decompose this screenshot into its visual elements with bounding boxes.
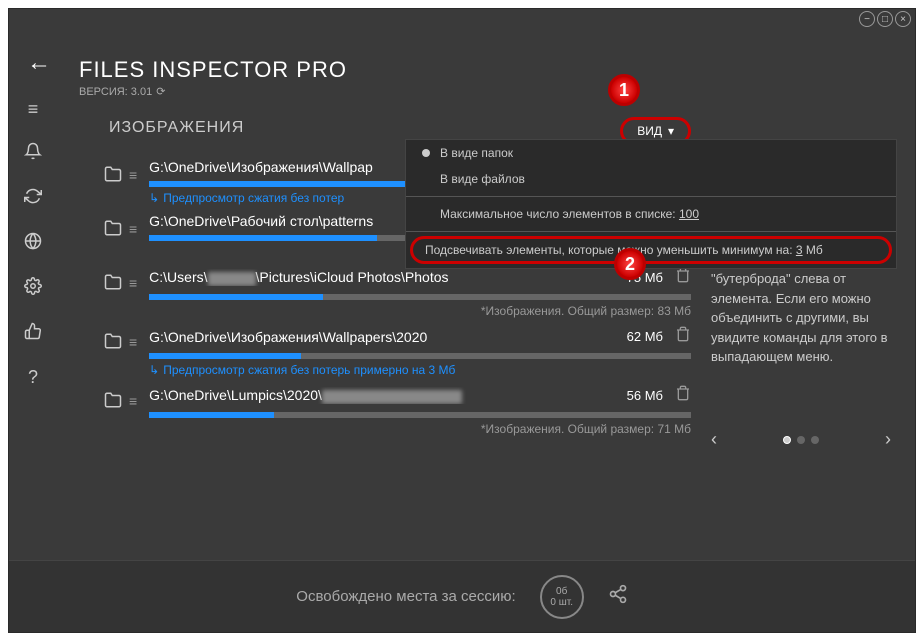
progress-bar [149,294,691,300]
folder-row[interactable]: ≡ C:\Users\\Pictures\iCloud Photos\Photo… [103,267,691,318]
folder-row[interactable]: ≡ G:\OneDrive\Изображения\Wallpapers\202… [103,326,691,377]
close-button[interactable]: × [895,11,911,27]
drag-handle-icon[interactable]: ≡ [129,334,137,350]
trash-icon[interactable] [675,326,691,347]
folder-size: 62 Мб [627,329,663,344]
dropdown-option-folders[interactable]: В виде папок [406,140,896,166]
dropdown-option-files[interactable]: В виде файлов [406,166,896,192]
globe-icon[interactable] [24,232,42,255]
sync-icon[interactable] [24,187,42,210]
folder-icon [103,165,123,188]
pager-prev[interactable]: ‹ [711,429,717,450]
folder-icon [103,391,123,414]
progress-bar [149,412,691,418]
footer-stats: 0б 0 шт. [540,575,584,619]
footer-label: Освобождено места за сессию: [296,588,515,605]
separator [406,231,896,232]
annotation-callout-1: 1 [608,74,640,106]
separator [406,196,896,197]
folder-icon [103,332,123,355]
menu-icon[interactable]: ≡ [28,99,39,120]
drag-handle-icon[interactable]: ≡ [129,221,137,237]
folder-size: 56 Мб [627,388,663,403]
folder-row[interactable]: ≡ G:\OneDrive\Lumpics\2020\ 56 Мб *Изобр… [103,385,691,436]
minimize-button[interactable]: − [859,11,875,27]
chevron-down-icon: ▾ [668,124,674,138]
share-icon[interactable] [608,584,628,609]
bell-icon[interactable] [24,142,42,165]
back-button[interactable]: ← [27,49,51,77]
help-pager: ‹ › [711,429,891,450]
folder-subinfo: *Изображения. Общий размер: 83 Мб [149,304,691,318]
pager-dot[interactable] [797,436,805,444]
folder-path: G:\OneDrive\Lumpics\2020\ [149,387,618,403]
thumbs-up-icon[interactable] [24,322,42,345]
refresh-icon[interactable]: ⟳ [156,85,165,98]
folder-subinfo: *Изображения. Общий размер: 71 Мб [149,422,691,436]
progress-bar [149,353,691,359]
drag-handle-icon[interactable]: ≡ [129,393,137,409]
gear-icon[interactable] [24,277,42,300]
pager-dot[interactable] [783,436,791,444]
radio-icon [422,175,430,183]
dropdown-highlight-option[interactable]: Подсвечивать элементы, которые можно уме… [410,236,892,264]
trash-icon[interactable] [675,267,691,288]
annotation-callout-2: 2 [614,248,646,280]
radio-icon [422,149,430,157]
drag-handle-icon[interactable]: ≡ [129,275,137,291]
folder-path: G:\OneDrive\Изображения\Wallpapers\2020 [149,329,618,345]
drag-handle-icon[interactable]: ≡ [129,167,137,183]
folder-icon [103,273,123,296]
dropdown-max-items[interactable]: Максимальное число элементов в списке: 1… [406,201,896,227]
folder-path: C:\Users\\Pictures\iCloud Photos\Photos [149,269,618,285]
view-dropdown-menu: В виде папок В виде файлов Максимальное … [405,139,897,269]
pager-dot[interactable] [811,436,819,444]
app-title: FILES INSPECTOR PRO [79,57,347,83]
maximize-button[interactable]: □ [877,11,893,27]
app-version: ВЕРСИЯ: 3.01⟳ [79,85,165,98]
pager-next[interactable]: › [885,429,891,450]
section-title: ИЗОБРАЖЕНИЯ [109,119,244,137]
help-icon[interactable]: ? [28,367,38,388]
trash-icon[interactable] [675,385,691,406]
folder-icon [103,219,123,242]
help-text: "бутерброда" слева от элемента. Если его… [711,269,891,367]
compression-hint[interactable]: ↳Предпросмотр сжатия без потерь примерно… [149,363,691,377]
